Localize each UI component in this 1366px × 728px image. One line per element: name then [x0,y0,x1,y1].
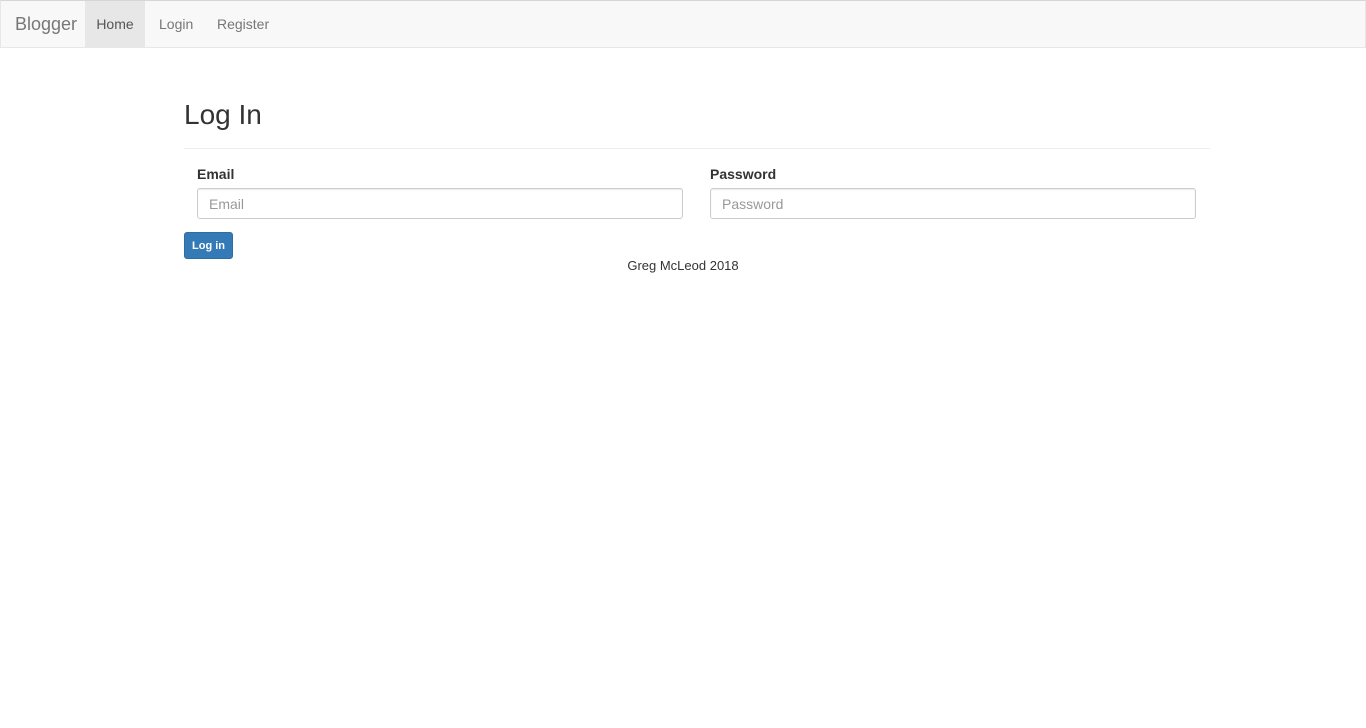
email-input[interactable] [197,188,683,219]
nav-login[interactable]: Login [146,1,206,47]
nav-register[interactable]: Register [204,1,282,47]
navbar: Blogger Home Login Register [0,0,1366,48]
brand-link[interactable]: Blogger [15,14,77,34]
login-button[interactable]: Log in [184,232,233,259]
page-header: Log In [184,96,1210,149]
password-input[interactable] [710,188,1196,219]
page-title: Log In [184,99,262,130]
footer-text: Greg McLeod 2018 [627,258,739,273]
password-label: Password [710,166,777,182]
nav-home[interactable]: Home [85,1,145,47]
email-label: Email [197,166,235,182]
